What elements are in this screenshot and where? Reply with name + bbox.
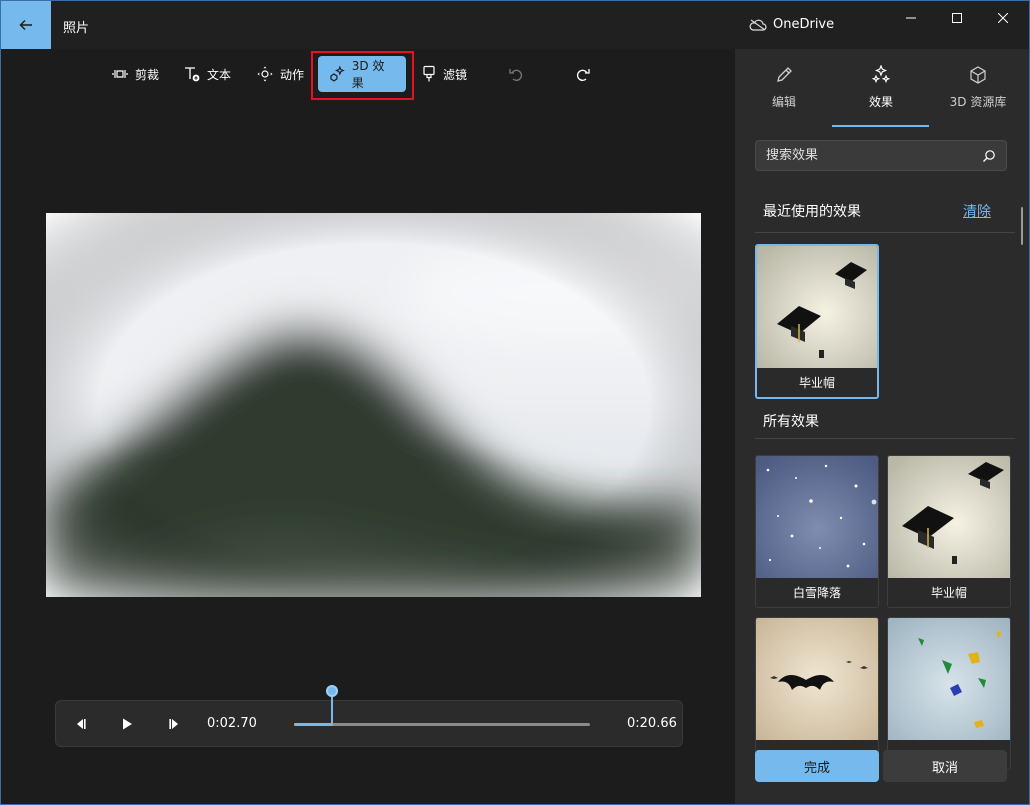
trim-button[interactable]: 剪裁 <box>101 57 169 91</box>
effect-confetti[interactable] <box>887 617 1011 770</box>
recent-effects-title: 最近使用的效果 <box>763 204 861 220</box>
effect-graduation-cap[interactable]: 毕业帽 <box>887 455 1011 608</box>
edit-toolbar: 剪裁 文本 动作 3D 效果 滤镜 <box>1 49 733 101</box>
undo-icon <box>509 69 522 81</box>
tab-edit[interactable]: 编辑 <box>735 61 833 127</box>
tab-edit-label: 编辑 <box>771 95 796 109</box>
tab-effects-label: 效果 <box>868 95 893 109</box>
close-button[interactable] <box>980 1 1026 35</box>
onedrive-status[interactable]: OneDrive <box>749 17 834 32</box>
current-time: 0:02.70 <box>207 716 257 731</box>
cube-icon <box>970 66 986 84</box>
search-input[interactable] <box>766 148 982 163</box>
sparkles-3d-icon <box>330 65 345 82</box>
filters-label: 滤镜 <box>443 67 468 82</box>
preview-image <box>46 213 701 597</box>
recent-divider <box>755 232 1015 233</box>
effect-label: 毕业帽 <box>888 578 1010 607</box>
snowfall-thumbnail <box>756 456 878 578</box>
cloud-off-icon <box>749 19 767 31</box>
maximize-button[interactable] <box>934 1 980 35</box>
timeline-track[interactable] <box>294 723 590 726</box>
tab-effects[interactable]: 效果 <box>832 61 930 127</box>
bats-thumbnail <box>756 618 878 740</box>
cancel-button[interactable]: 取消 <box>883 750 1007 782</box>
text-label: 文本 <box>207 67 232 82</box>
effect-label: 白雪降落 <box>756 578 878 607</box>
trim-icon <box>112 70 128 78</box>
motion-icon <box>257 66 273 82</box>
maximize-icon <box>952 13 962 23</box>
trim-label: 剪裁 <box>135 67 160 82</box>
clear-recent-link[interactable]: 清除 <box>963 201 991 221</box>
step-back-icon <box>77 719 86 729</box>
text-button[interactable]: 文本 <box>173 57 241 91</box>
timeline-progress <box>294 723 333 726</box>
arrow-left-icon <box>19 20 32 30</box>
effects-search[interactable] <box>755 140 1007 171</box>
minimize-button[interactable] <box>888 1 934 35</box>
back-button[interactable] <box>1 1 51 49</box>
title-bar: 照片 OneDrive <box>1 1 1029 49</box>
recent-effect-label: 毕业帽 <box>757 368 877 397</box>
effects-3d-button[interactable]: 3D 效果 <box>318 56 406 92</box>
playhead-handle[interactable] <box>326 685 338 697</box>
sparkles-icon <box>871 65 891 84</box>
redo-icon <box>577 69 590 81</box>
effect-bats[interactable] <box>755 617 879 770</box>
pencil-icon <box>777 67 792 82</box>
video-preview[interactable] <box>46 213 701 597</box>
photos-window: 照片 OneDrive 剪裁 文本 动作 3D 效果 滤镜 0:02.70 0:… <box>0 0 1030 805</box>
brush-icon <box>423 65 435 82</box>
playback-bar: 0:02.70 0:20.66 <box>55 700 683 747</box>
all-divider <box>755 438 1015 439</box>
search-icon[interactable] <box>982 149 996 163</box>
effect-snowfall[interactable]: 白雪降落 <box>755 455 879 608</box>
close-icon <box>998 13 1008 23</box>
next-frame-button[interactable] <box>164 713 186 735</box>
step-forward-icon <box>169 719 178 729</box>
motion-button[interactable]: 动作 <box>246 57 314 91</box>
tab-3d-library[interactable]: 3D 资源库 <box>929 61 1027 127</box>
text-add-icon <box>185 67 200 82</box>
redo-button[interactable] <box>565 57 601 91</box>
filters-button[interactable]: 滤镜 <box>411 57 477 91</box>
graduation-cap-thumbnail <box>757 246 877 368</box>
previous-frame-button[interactable] <box>69 713 91 735</box>
recent-effect-graduation-cap[interactable]: 毕业帽 <box>755 244 879 399</box>
undo-button[interactable] <box>498 57 534 91</box>
play-icon <box>123 718 132 730</box>
graduation-cap-thumbnail <box>888 456 1010 578</box>
tab-3d-library-label: 3D 资源库 <box>949 95 1007 109</box>
play-button[interactable] <box>116 713 138 735</box>
app-title: 照片 <box>63 21 90 36</box>
done-button[interactable]: 完成 <box>755 750 879 782</box>
minimize-icon <box>906 17 916 19</box>
active-tab-indicator <box>832 125 929 127</box>
panel-scrollbar[interactable] <box>1021 207 1023 245</box>
total-time: 0:20.66 <box>627 716 677 731</box>
confetti-thumbnail <box>888 618 1010 740</box>
onedrive-label: OneDrive <box>773 17 835 32</box>
effects-3d-label: 3D 效果 <box>351 59 385 90</box>
motion-label: 动作 <box>280 67 305 82</box>
all-effects-title: 所有效果 <box>763 414 819 430</box>
effects-panel: 编辑 效果 3D 资源库 最近使用的效果 清除 <box>735 49 1029 804</box>
playhead-line <box>331 695 333 725</box>
